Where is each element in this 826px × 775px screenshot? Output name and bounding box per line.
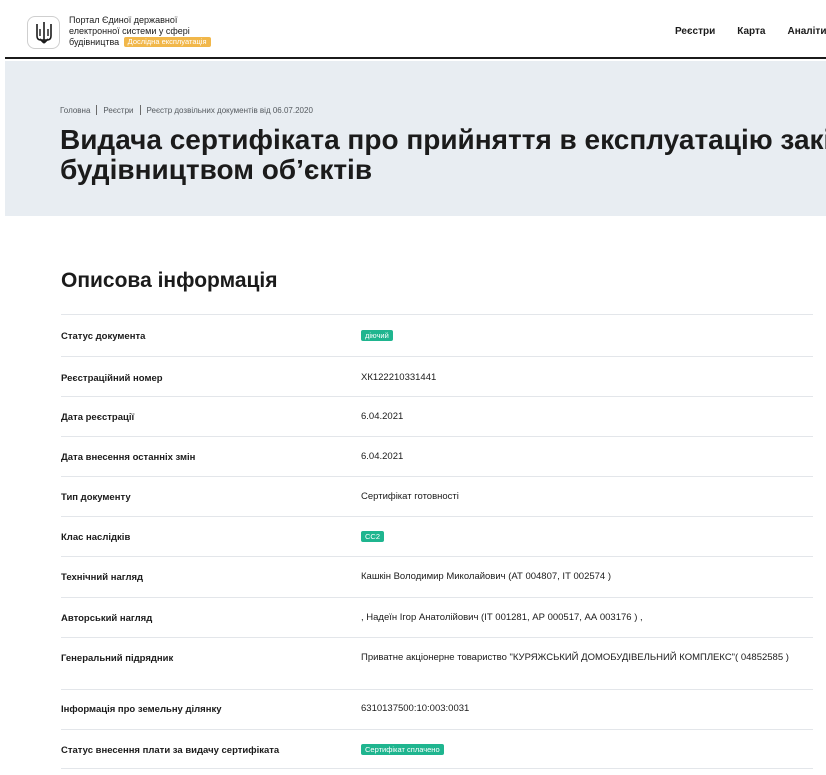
nav-analytics[interactable]: Аналітика [787, 26, 826, 37]
info-row-last-changed: Дата внесення останніх змін 6.04.2021 [61, 436, 813, 476]
breadcrumb-current: Реєстр дозвільних документів від 06.07.2… [146, 105, 313, 115]
info-label: Інформація про земельну ділянку [61, 704, 222, 715]
page-title-line: Видача сертифіката про прийняття в експл… [60, 124, 826, 155]
info-value: Приватне акціонерне товариство "КУРЯЖСЬК… [361, 652, 789, 663]
info-value: ХК122210331441 [361, 372, 437, 383]
info-label: Статус внесення плати за видачу сертифік… [61, 745, 280, 756]
breadcrumb-separator [96, 105, 98, 115]
breadcrumb-registries[interactable]: Реєстри [103, 106, 133, 115]
info-value: 6310137500:10:003:0031 [361, 703, 470, 714]
info-label: Дата внесення останніх змін [61, 452, 196, 463]
info-label: Генеральний підрядник [61, 653, 174, 664]
info-row-reg-date: Дата реєстрації 6.04.2021 [61, 396, 813, 436]
info-value: СС2 [361, 531, 801, 543]
info-label: Технічний нагляд [61, 572, 144, 583]
info-row-general-contractor: Генеральний підрядник Приватне акціонерн… [61, 637, 813, 689]
breadcrumb-separator [139, 105, 141, 115]
info-value: Сертифікат готовності [361, 491, 459, 502]
section-title: Описова інформація [61, 269, 278, 292]
info-label: Статус документа [61, 331, 146, 342]
info-row-payment-status: Статус внесення плати за видачу сертифік… [61, 729, 813, 769]
breadcrumb-home[interactable]: Головна [60, 106, 90, 115]
info-label: Реєстраційний номер [61, 373, 163, 384]
portal-title-line: Портал Єдиної державної [69, 15, 178, 25]
info-row-status: Статус документа діючий [61, 314, 813, 356]
info-label: Авторський нагляд [61, 613, 153, 624]
status-badge: діючий [361, 330, 393, 341]
info-table: Статус документа діючий Реєстраційний но… [61, 314, 813, 769]
hero-banner: Головна Реєстри Реєстр дозвільних докуме… [5, 61, 826, 216]
info-row-author-supervision: Авторський нагляд , Надеїн Ігор Анатолій… [61, 597, 813, 637]
info-value: Кашкін Володимир Миколайович (АТ 004807,… [361, 571, 612, 582]
ukraine-trident-icon [35, 21, 52, 44]
info-value: діючий [361, 330, 801, 342]
info-row-consequence-class: Клас наслідків СС2 [61, 516, 813, 556]
payment-status-badge: Сертифікат сплачено [361, 744, 444, 755]
info-label: Клас наслідків [61, 532, 131, 543]
nav-map[interactable]: Карта [737, 26, 765, 37]
info-value: Сертифікат сплачено [361, 744, 801, 756]
home-logo-link[interactable] [27, 16, 60, 49]
info-value: , Надеїн Ігор Анатолійович (ІТ 001281, А… [361, 612, 643, 623]
class-badge: СС2 [361, 531, 385, 542]
portal-title: Портал Єдиної державної електронної сист… [69, 15, 249, 48]
page-title: Видача сертифіката про прийняття в експл… [60, 125, 826, 185]
page: Портал Єдиної державної електронної сист… [5, 5, 826, 775]
site-header: Портал Єдиної державної електронної сист… [5, 5, 826, 59]
info-row-doc-type: Тип документу Сертифікат готовності [61, 476, 813, 516]
info-row-technical-supervision: Технічний нагляд Кашкін Володимир Микола… [61, 556, 813, 597]
portal-title-line-text: будівництва [69, 37, 120, 47]
breadcrumb: Головна Реєстри Реєстр дозвільних докуме… [60, 105, 313, 115]
info-value: 6.04.2021 [361, 411, 404, 422]
beta-badge: Дослідна експлуатація [123, 37, 211, 47]
info-label: Дата реєстрації [61, 412, 135, 423]
info-value: 6.04.2021 [361, 451, 404, 462]
nav-registries[interactable]: Реєстри [675, 26, 715, 37]
info-row-land-plot: Інформація про земельну ділянку 63101375… [61, 689, 813, 729]
info-row-reg-number: Реєстраційний номер ХК122210331441 [61, 356, 813, 396]
portal-title-line: будівництва Дослідна експлуатація [69, 37, 249, 48]
page-title-line: будівництвом об’єктів [60, 154, 373, 185]
portal-title-line: електронної системи у сфері [69, 26, 190, 36]
info-label: Тип документу [61, 492, 131, 503]
main-nav: Реєстри Карта Аналітика [675, 26, 826, 37]
